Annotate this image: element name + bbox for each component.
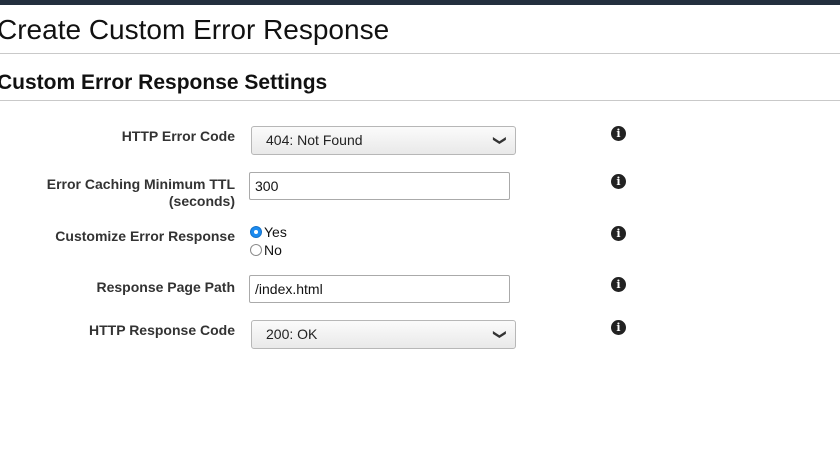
radio-yes-label: Yes <box>264 224 287 240</box>
info-icon[interactable]: i <box>611 277 626 292</box>
http-error-code-label: HTTP Error Code <box>121 128 235 144</box>
info-icon[interactable]: i <box>611 226 626 241</box>
info-icon[interactable]: i <box>611 320 626 335</box>
error-caching-ttl-label-line2: (seconds) <box>168 193 235 209</box>
radio-yes[interactable]: Yes <box>250 223 287 241</box>
customize-error-response-label: Customize Error Response <box>55 228 235 244</box>
section-title: Custom Error Response Settings <box>0 71 328 94</box>
radio-no[interactable]: No <box>250 241 282 259</box>
http-response-code-value: 200: OK <box>266 326 318 342</box>
top-navigation-bar <box>0 0 840 5</box>
response-page-path-label: Response Page Path <box>96 279 236 295</box>
error-caching-ttl-input[interactable]: 300 <box>249 172 510 200</box>
http-error-code-select[interactable]: 404: Not Found ❯ <box>251 126 516 155</box>
title-divider <box>0 53 840 54</box>
response-page-path-input[interactable]: /index.html <box>249 275 510 303</box>
page-title: Create Custom Error Response <box>0 14 390 45</box>
http-error-code-value: 404: Not Found <box>266 132 363 148</box>
info-icon[interactable]: i <box>611 174 626 189</box>
radio-no-label: No <box>264 242 282 258</box>
radio-yes-button[interactable] <box>250 226 262 238</box>
http-response-code-select[interactable]: 200: OK ❯ <box>251 320 516 349</box>
section-divider <box>0 100 840 101</box>
error-caching-ttl-label-line1: Error Caching Minimum TTL <box>46 176 235 192</box>
info-icon[interactable]: i <box>611 126 626 141</box>
error-caching-ttl-label: Error Caching Minimum TTL (seconds) <box>15 176 235 210</box>
radio-no-button[interactable] <box>250 244 262 256</box>
chevron-down-icon: ❯ <box>493 329 509 340</box>
chevron-down-icon: ❯ <box>493 135 509 146</box>
http-response-code-label: HTTP Response Code <box>89 322 235 338</box>
